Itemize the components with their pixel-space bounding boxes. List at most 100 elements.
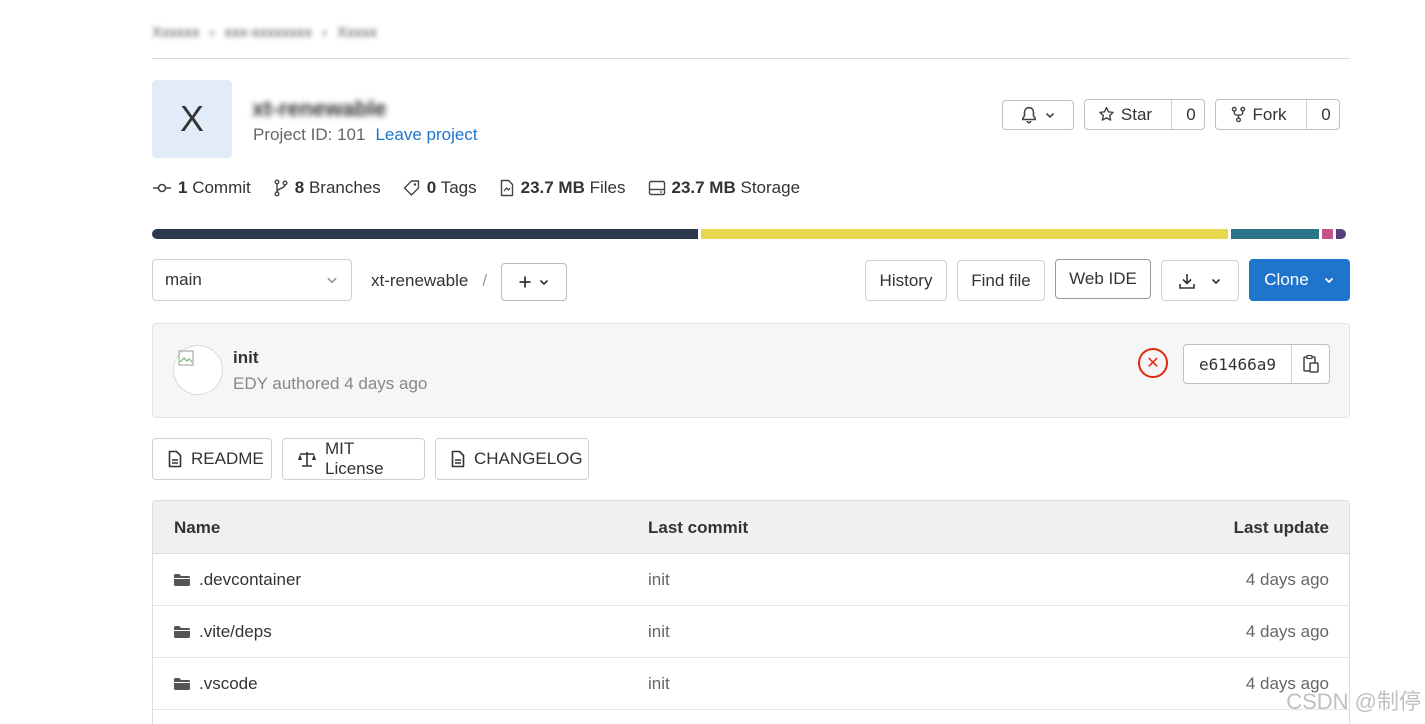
column-header-name: Name (174, 518, 221, 537)
storage-size: 23.7 MB (671, 178, 736, 197)
file-name[interactable]: .vscode (199, 674, 258, 694)
column-header-last-update: Last update (1233, 518, 1329, 537)
changelog-label: CHANGELOG (474, 449, 583, 468)
star-count[interactable]: 0 (1178, 100, 1204, 129)
project-name: xt-renewable (252, 96, 387, 121)
star-label: Star (1120, 104, 1153, 124)
star-button[interactable]: Star (1085, 100, 1165, 129)
commit-icon (152, 180, 172, 196)
files-label: Files (589, 178, 626, 197)
files-stat[interactable]: 23.7 MB Files (499, 178, 626, 198)
commit-title[interactable]: init (233, 348, 259, 368)
divider (1171, 100, 1172, 129)
branches-count: 8 (294, 178, 305, 197)
commits-count: 1 (178, 178, 188, 197)
web-ide-button[interactable]: Web IDE (1055, 259, 1151, 299)
tags-count: 0 (426, 178, 437, 197)
project-stats: 1 Commit 8 Branches 0 Tags 23.7 MB Files… (152, 178, 822, 198)
branch-icon (273, 179, 289, 197)
last-commit-cell[interactable]: init (648, 570, 670, 590)
license-button[interactable]: MIT License (282, 438, 425, 480)
file-icon (499, 179, 515, 197)
commit-sha[interactable]: e61466a9 (1184, 345, 1291, 383)
find-file-button[interactable]: Find file (957, 260, 1045, 301)
divider (1306, 100, 1307, 129)
watermark: CSDN @制停 (1286, 689, 1421, 714)
document-icon (450, 450, 466, 468)
file-name[interactable]: .vite/deps (199, 622, 272, 642)
column-header-last-commit: Last commit (648, 518, 749, 537)
pipeline-failed-icon[interactable]: ✕ (1138, 348, 1168, 378)
repository-languages-bar[interactable] (152, 229, 1350, 239)
chevron-down-icon (325, 273, 339, 287)
breadcrumb-item[interactable]: Xxxxx (337, 24, 377, 41)
leave-project-link[interactable]: Leave project (375, 125, 477, 145)
table-row[interactable]: .vscode init 4 days ago (153, 658, 1349, 710)
commits-stat[interactable]: 1 Commit (152, 178, 251, 198)
folder-icon (173, 624, 191, 640)
commit-sha-group: e61466a9 (1183, 344, 1330, 384)
breadcrumb-item[interactable]: xxx-xxxxxxxx (225, 24, 313, 41)
table-row[interactable]: .devcontainer init 4 days ago (153, 554, 1349, 606)
language-segment[interactable] (1231, 229, 1320, 239)
clone-button[interactable]: Clone (1249, 259, 1350, 301)
clone-label: Clone (1264, 270, 1309, 289)
branch-select-value: main (165, 270, 202, 289)
last-commit-cell[interactable]: init (648, 622, 670, 642)
commits-label: Commit (192, 178, 251, 197)
project-meta: Project ID: 101 Leave project (253, 125, 478, 145)
changelog-button[interactable]: CHANGELOG (435, 438, 589, 480)
language-segment[interactable] (1322, 229, 1333, 239)
readme-label: README (191, 449, 264, 468)
star-icon (1098, 106, 1115, 123)
file-name-cell[interactable]: .devcontainer (173, 570, 301, 590)
fork-count[interactable]: 0 (1313, 100, 1339, 129)
branches-stat[interactable]: 8 Branches (273, 178, 381, 198)
project-id: Project ID: 101 (253, 125, 366, 144)
last-update-cell: 4 days ago (1245, 622, 1329, 641)
clipboard-icon (1302, 354, 1320, 374)
star-button-group: Star 0 (1084, 99, 1205, 130)
document-icon (167, 450, 183, 468)
file-name-cell[interactable]: .vite/deps (173, 622, 272, 642)
files-size: 23.7 MB (520, 178, 585, 197)
add-to-tree-button[interactable] (501, 263, 567, 301)
header-divider (152, 58, 1350, 59)
copy-sha-button[interactable] (1291, 345, 1329, 383)
download-button[interactable] (1161, 260, 1239, 301)
table-header: Name Last commit Last update (153, 501, 1349, 554)
scale-icon (297, 450, 317, 468)
repo-path-root[interactable]: xt-renewable (371, 271, 468, 291)
file-name[interactable]: .devcontainer (199, 570, 301, 590)
path-separator: / (482, 271, 488, 290)
storage-icon (648, 179, 666, 197)
last-commit-cell[interactable]: init (648, 674, 670, 694)
language-segment[interactable] (1335, 229, 1347, 239)
fork-button[interactable]: Fork (1216, 100, 1300, 129)
folder-icon (173, 676, 191, 692)
storage-stat[interactable]: 23.7 MB Storage (648, 178, 800, 198)
plus-icon (518, 275, 532, 289)
author-avatar[interactable] (173, 345, 223, 395)
table-row[interactable]: .vite/deps init 4 days ago (153, 606, 1349, 658)
breadcrumb-item[interactable]: Xxxxxx (152, 24, 200, 41)
tags-stat[interactable]: 0 Tags (403, 178, 477, 198)
download-icon (1178, 272, 1196, 290)
branches-label: Branches (308, 178, 381, 197)
language-segment[interactable] (700, 229, 1229, 239)
breadcrumb: Xxxxxx › xxx-xxxxxxxx › Xxxxx (152, 23, 378, 41)
file-name-cell[interactable]: .vscode (173, 674, 258, 694)
folder-icon (173, 572, 191, 588)
last-commit-panel: init EDY authored 4 days ago ✕ e61466a9 (152, 323, 1350, 418)
chevron-down-icon (1210, 275, 1222, 287)
notification-button[interactable] (1002, 100, 1074, 130)
branch-select[interactable]: main (152, 259, 352, 301)
project-avatar: X (152, 80, 232, 158)
commit-author-line: EDY authored 4 days ago (233, 374, 428, 393)
language-segment[interactable] (152, 229, 698, 239)
chevron-down-icon (1044, 109, 1056, 121)
readme-button[interactable]: README (152, 438, 272, 480)
file-tree-table: Name Last commit Last update .devcontain… (152, 500, 1350, 724)
history-button[interactable]: History (865, 260, 947, 301)
chevron-down-icon (538, 276, 550, 288)
